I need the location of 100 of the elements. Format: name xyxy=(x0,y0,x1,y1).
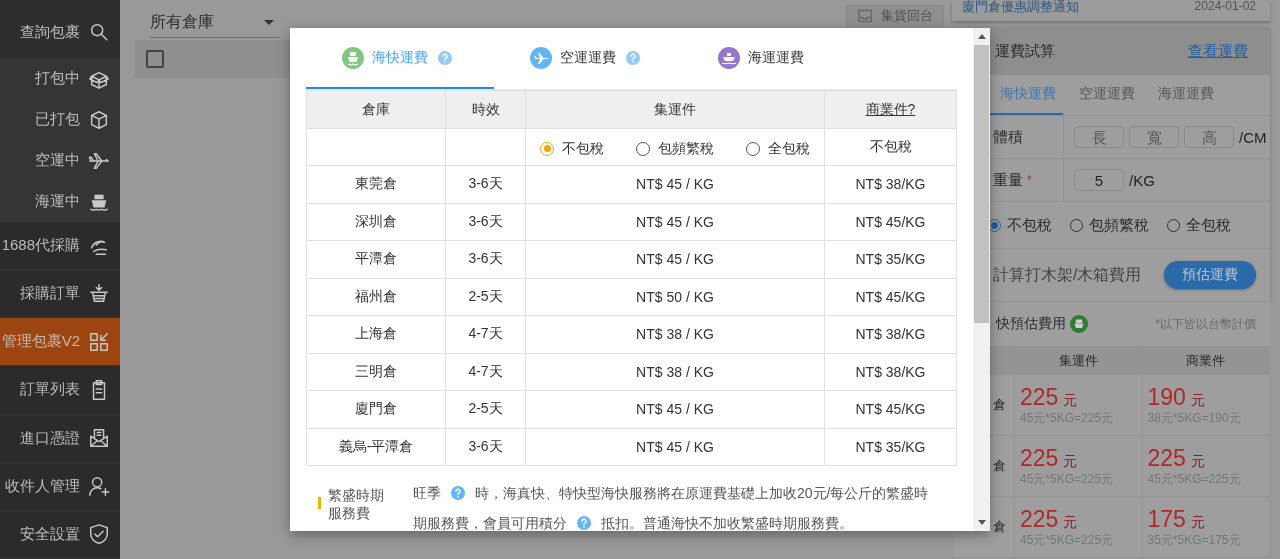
option-label: 計算打木架/木箱費用 xyxy=(993,264,1142,285)
radio-option[interactable]: 包頻繁稅 xyxy=(636,139,714,158)
column-header: 商業件 xyxy=(1142,346,1270,375)
estimate-button[interactable]: 預估運費 xyxy=(1164,261,1256,289)
shield-icon xyxy=(88,523,110,546)
table-cell: 深圳倉 xyxy=(306,203,446,241)
table-cell: 三明倉 xyxy=(306,353,446,391)
sidebar-item[interactable]: 打包中 xyxy=(0,58,120,99)
notice-date: 2024-01-02 xyxy=(1194,0,1256,13)
radio-option[interactable]: 包頻繁稅 xyxy=(1070,215,1149,235)
table-cell: 4-7天 xyxy=(445,353,526,391)
radio-label: 全包稅 xyxy=(1186,215,1231,235)
sidebar-item[interactable]: 空運中 xyxy=(0,140,120,181)
currency-unit: 元 xyxy=(1063,452,1078,471)
currency-unit: 元 xyxy=(1063,391,1078,410)
sidebar-item[interactable]: 海運中 xyxy=(0,181,120,222)
radio-option[interactable]: 全包稅 xyxy=(746,139,810,158)
table-cell: NT$ 35/KG xyxy=(824,240,957,278)
sidebar-item[interactable]: 進口憑證 xyxy=(0,414,120,463)
input-field[interactable]: 寬 xyxy=(1129,126,1179,148)
table-cell: 平潭倉 xyxy=(306,240,446,278)
note-text: 期服務費，會員可用積分 xyxy=(413,514,567,531)
sidebar-item[interactable]: 1688代採購 xyxy=(0,222,120,271)
scrollbar[interactable] xyxy=(973,28,990,531)
radio-option[interactable]: 全包稅 xyxy=(1167,215,1231,235)
field-label: 重量 xyxy=(993,170,1023,190)
up-arrow-icon xyxy=(977,34,986,39)
table-cell: 上海倉 xyxy=(306,315,446,353)
table-cell: NT$ 38/KG xyxy=(824,315,957,353)
table-cell: NT$ 38/KG xyxy=(824,353,957,391)
tab[interactable]: 空運運費 xyxy=(494,28,682,89)
help-icon xyxy=(451,486,465,500)
table-cell: 不包稅 xyxy=(824,128,957,166)
price-amount: 190 xyxy=(1147,383,1186,410)
column-header: 集運件 xyxy=(525,90,825,129)
radio-label: 全包稅 xyxy=(768,139,810,158)
sidebar-item[interactable]: 訂單列表 xyxy=(0,366,120,415)
table-cell: 福州倉 xyxy=(306,278,446,316)
column-header: 時效 xyxy=(445,90,526,129)
scrollbar-thumb[interactable] xyxy=(974,45,989,323)
table-cell: NT$ 45 / KG xyxy=(525,240,825,278)
currency-unit: 元 xyxy=(1190,391,1205,410)
envelope-icon xyxy=(88,427,110,450)
table-cell: NT$ 38 / KG xyxy=(525,353,825,391)
table-cell: 3-6天 xyxy=(445,240,526,278)
tab[interactable]: 海運運費 xyxy=(682,28,870,89)
note-label: 繁盛時期服務費 xyxy=(328,486,384,522)
price-amount: 225 xyxy=(1147,444,1186,471)
ship-icon xyxy=(1070,315,1088,333)
sidebar-item[interactable]: 安全設置 xyxy=(0,510,120,559)
table-cell: 東莞倉 xyxy=(306,165,446,203)
table-cell: NT$ 45/KG xyxy=(824,278,957,316)
currency-unit: 元 xyxy=(1190,452,1205,471)
table-cell: NT$ 45 / KG xyxy=(525,390,825,428)
table-cell: NT$ 45/KG xyxy=(824,390,957,428)
input-field[interactable]: 高 xyxy=(1184,126,1234,148)
person-add-icon xyxy=(88,475,110,498)
panel-title: 運費試算 xyxy=(995,41,1055,61)
accent-bar xyxy=(318,497,321,509)
price-amount: 175 xyxy=(1147,505,1186,532)
panel-title: 快預估費用 xyxy=(996,315,1066,333)
table-cell: NT$ 45 / KG xyxy=(525,203,825,241)
currency-unit: 元 xyxy=(1063,513,1078,532)
field-label: 體積 xyxy=(993,127,1023,147)
sidebar-item[interactable]: 已打包 xyxy=(0,99,120,140)
input-field[interactable]: 5 xyxy=(1074,169,1124,191)
column-header: 集運件 xyxy=(1014,346,1142,375)
table-cell: 廈門倉 xyxy=(306,390,446,428)
table-cell: NT$ 45 / KG xyxy=(525,428,825,466)
table-cell: 3-6天 xyxy=(445,203,526,241)
radio-option[interactable]: 不包稅 xyxy=(540,139,604,158)
currency-unit: 元 xyxy=(1190,513,1205,532)
cube-icon xyxy=(88,108,110,131)
radio-label: 包頻繁稅 xyxy=(658,139,714,158)
grid-icon xyxy=(88,330,110,353)
table-cell: NT$ 38/KG xyxy=(824,165,957,203)
table-cell: NT$ 35/KG xyxy=(824,428,957,466)
business-link[interactable]: 商業件? xyxy=(865,100,916,117)
radio-label: 不包稅 xyxy=(562,139,604,158)
note-text: 抵扣。普通海快不加收繁盛時期服務費。 xyxy=(601,514,853,531)
required-mark: * xyxy=(1027,173,1032,187)
table-cell: NT$ 45 / KG xyxy=(525,165,825,203)
warehouse-select[interactable]: 所有倉庫 xyxy=(150,8,280,38)
down-arrow-icon xyxy=(977,520,986,525)
note-text: 旺季 xyxy=(413,484,441,503)
sidebar-item[interactable]: 收件人管理 xyxy=(0,462,120,511)
basket-icon xyxy=(88,282,110,305)
input-field[interactable]: 長 xyxy=(1074,126,1124,148)
price-amount: 225 xyxy=(1020,383,1059,410)
caret-icon xyxy=(264,20,274,25)
table-cell: NT$ 38 / KG xyxy=(525,315,825,353)
tray-icon xyxy=(857,9,873,23)
search-icon xyxy=(88,21,110,43)
unit-label: /KG xyxy=(1129,171,1155,189)
price-amount: 225 xyxy=(1020,444,1059,471)
select-all-checkbox[interactable] xyxy=(146,50,164,68)
table-cell: 3-6天 xyxy=(445,165,526,203)
column-header: 倉庫 xyxy=(306,90,446,129)
table-cell: 2-5天 xyxy=(445,390,526,428)
table-cell: NT$ 50 / KG xyxy=(525,278,825,316)
